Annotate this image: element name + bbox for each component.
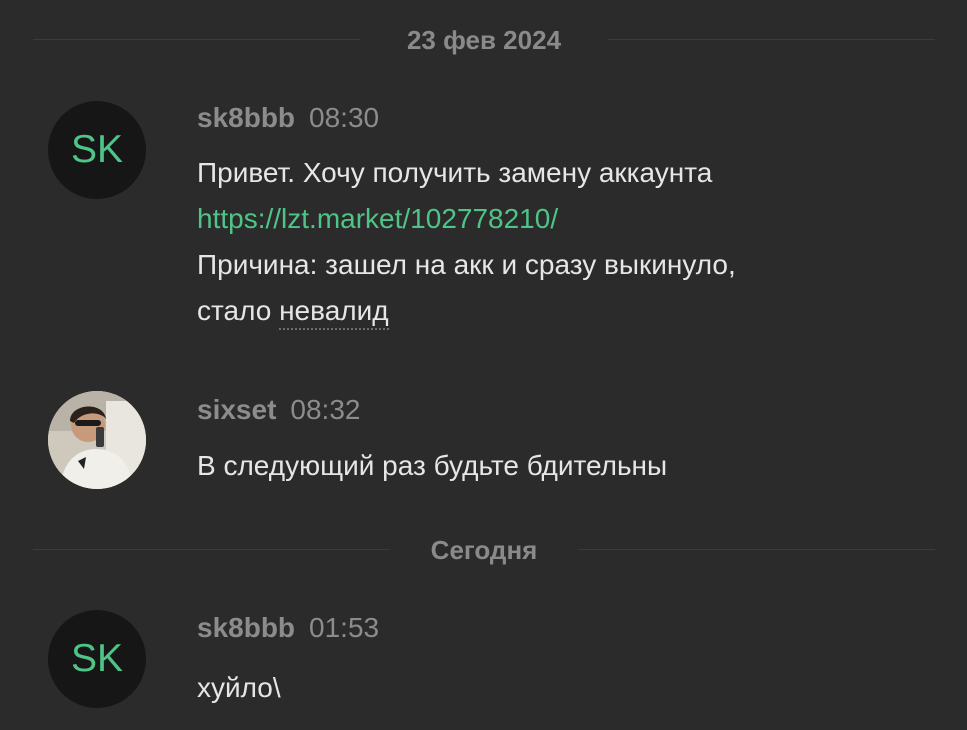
message-header: sk8bbb 08:30 — [197, 100, 379, 141]
timestamp: 01:53 — [309, 612, 380, 643]
message-line-prefix: стало — [197, 295, 280, 326]
username[interactable]: sixset — [197, 394, 276, 425]
date-divider-1: 23 фев 2024 — [33, 25, 935, 55]
date-divider-2: Сегодня — [33, 535, 935, 565]
message-header: sk8bbb 01:53 — [197, 610, 379, 651]
message-text: Привет. Хочу получить замену аккаунта ht… — [197, 150, 937, 334]
message-line: стало невалид — [197, 288, 937, 334]
avatar-sk8bbb[interactable]: SK — [48, 610, 146, 708]
timestamp: 08:32 — [290, 394, 361, 425]
username[interactable]: sk8bbb — [197, 102, 295, 133]
message-header: sixset 08:32 — [197, 392, 360, 433]
username[interactable]: sk8bbb — [197, 612, 295, 643]
user-photo-icon — [48, 391, 146, 489]
message-text: хуйло\ — [197, 672, 281, 703]
timestamp: 08:30 — [309, 102, 380, 133]
message-line: Привет. Хочу получить замену аккаунта — [197, 157, 713, 188]
highlighted-word[interactable]: невалид — [279, 295, 389, 330]
message-line: Причина: зашел на акк и сразу выкинуло, — [197, 249, 736, 280]
message-text: В следующий раз будьте бдительны — [197, 450, 668, 481]
avatar-sk8bbb[interactable]: SK — [48, 101, 146, 199]
avatar-sixset[interactable] — [48, 391, 146, 489]
divider-label: Сегодня — [430, 535, 538, 565]
message-link[interactable]: https://lzt.market/102778210/ — [197, 203, 558, 234]
divider-label: 23 фев 2024 — [406, 25, 562, 55]
